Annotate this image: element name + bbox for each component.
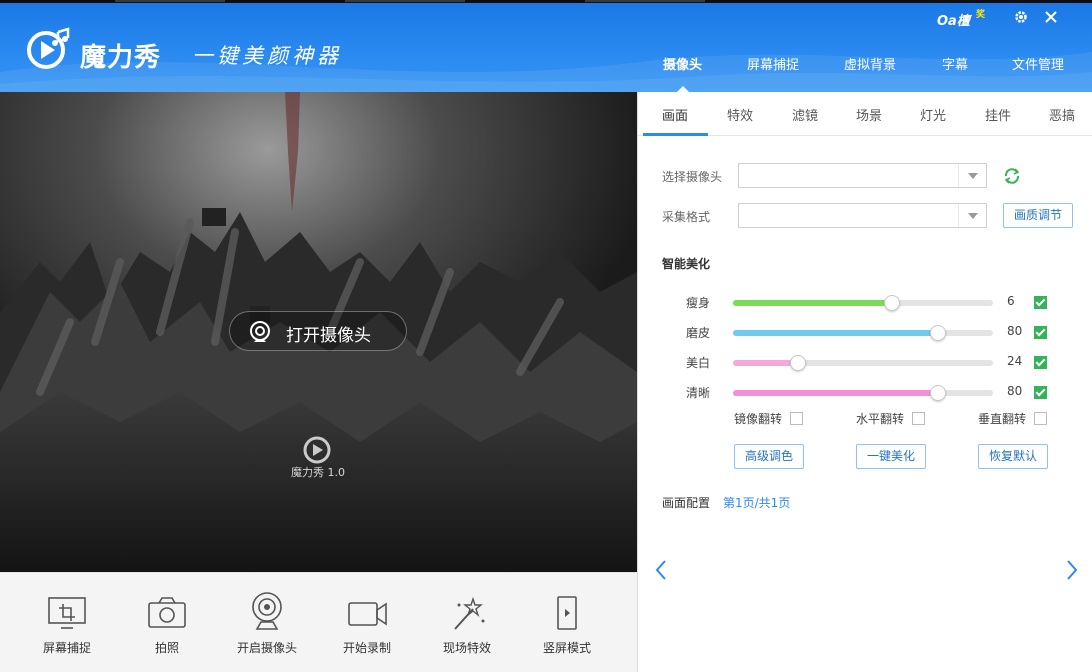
tab-file-manager[interactable]: 文件管理 bbox=[1012, 55, 1064, 92]
tab-virtual-background[interactable]: 虚拟背景 bbox=[844, 55, 896, 92]
slider-value: 24 bbox=[1007, 354, 1023, 368]
user-account-button[interactable]: Oa檀 奖 bbox=[937, 10, 985, 30]
video-preview: 打开摄像头 魔力秀 1.0 bbox=[0, 92, 637, 572]
sub-tabs: 画面 特效 滤镜 场景 灯光 挂件 恶搞 bbox=[638, 92, 1092, 136]
slider-label: 美白 bbox=[686, 356, 711, 370]
screen-capture-icon bbox=[48, 597, 86, 629]
webcam-icon bbox=[252, 592, 282, 630]
portrait-mode-icon bbox=[557, 596, 577, 630]
title-bar: 魔力秀 一键美颜神器 Oa檀 奖 摄像头 屏幕捕捉 虚拟背景 字幕 文件管理 bbox=[0, 0, 1092, 92]
slider-enable-checkbox[interactable] bbox=[1034, 296, 1047, 309]
slider-track[interactable] bbox=[733, 295, 993, 311]
one-click-beautify-button[interactable]: 一键美化 bbox=[856, 444, 926, 469]
slider-track[interactable] bbox=[733, 385, 993, 401]
horizontal-flip-checkbox[interactable] bbox=[912, 412, 925, 425]
sub-tab-scenes[interactable]: 场景 bbox=[856, 105, 882, 124]
slider-track[interactable] bbox=[733, 355, 993, 371]
vertical-flip-checkbox[interactable] bbox=[1034, 412, 1047, 425]
slider-fill bbox=[733, 330, 939, 336]
tab-subtitles[interactable]: 字幕 bbox=[942, 55, 968, 92]
chevron-right-icon[interactable] bbox=[1064, 558, 1080, 582]
bottom-toolbar: 屏幕捕捉 拍照 开启摄像头 开始录制 现场特效 竖屏模式 bbox=[0, 572, 637, 672]
restore-default-button[interactable]: 恢复默认 bbox=[978, 444, 1048, 469]
active-tab-indicator bbox=[643, 133, 708, 136]
slider-thumb[interactable] bbox=[930, 325, 947, 341]
refresh-icon[interactable] bbox=[1002, 166, 1022, 186]
quality-adjust-button[interactable]: 画质调节 bbox=[1003, 203, 1073, 228]
portrait-mode-label: 竖屏模式 bbox=[542, 641, 591, 655]
slider-label: 磨皮 bbox=[686, 326, 711, 340]
slider-value: 80 bbox=[1007, 324, 1023, 338]
slider-fill bbox=[733, 390, 939, 396]
watermark: 魔力秀 1.0 bbox=[290, 434, 346, 484]
top-strip bbox=[0, 0, 1092, 3]
page-info: 第1页/共1页 bbox=[723, 496, 791, 510]
sub-tab-pendants[interactable]: 挂件 bbox=[985, 105, 1011, 124]
open-camera-label: 打开摄像头 bbox=[286, 326, 371, 346]
slider-enable-checkbox[interactable] bbox=[1034, 356, 1047, 369]
start-camera-label: 开启摄像头 bbox=[236, 641, 297, 655]
tab-screen-capture[interactable]: 屏幕捕捉 bbox=[747, 55, 799, 92]
webcam-icon bbox=[250, 321, 270, 342]
horizontal-flip-label: 水平翻转 bbox=[856, 412, 905, 426]
reward-badge: 奖 bbox=[976, 10, 986, 20]
live-effects-label: 现场特效 bbox=[442, 641, 491, 655]
slider-value: 80 bbox=[1007, 384, 1023, 398]
slider-value: 6 bbox=[1007, 294, 1015, 308]
slider-thumb[interactable] bbox=[790, 355, 806, 371]
chevron-down-icon bbox=[958, 164, 986, 187]
start-recording-label: 开始录制 bbox=[342, 641, 391, 655]
app-logo-icon bbox=[27, 27, 70, 69]
live-effects-button[interactable]: 现场特效 bbox=[417, 573, 517, 672]
take-photo-label: 拍照 bbox=[154, 641, 179, 655]
sub-tab-lighting[interactable]: 灯光 bbox=[920, 105, 946, 124]
brand-name: 魔力秀 bbox=[80, 43, 162, 73]
sub-tab-picture[interactable]: 画面 bbox=[662, 105, 688, 124]
chevron-down-icon bbox=[958, 204, 986, 227]
start-recording-button[interactable]: 开始录制 bbox=[317, 573, 417, 672]
advanced-color-button[interactable]: 高级调色 bbox=[734, 444, 804, 469]
mirror-flip-label: 镜像翻转 bbox=[734, 412, 783, 426]
video-record-icon bbox=[348, 602, 387, 626]
slider-fill bbox=[733, 360, 798, 366]
format-select[interactable] bbox=[738, 203, 987, 228]
vertical-flip-label: 垂直翻转 bbox=[978, 412, 1027, 426]
portrait-mode-button[interactable]: 竖屏模式 bbox=[517, 573, 617, 672]
format-select-label: 采集格式 bbox=[662, 210, 711, 224]
slider-enable-checkbox[interactable] bbox=[1034, 326, 1047, 339]
watermark-text: 魔力秀 1.0 bbox=[291, 466, 345, 479]
sub-tab-effects[interactable]: 特效 bbox=[727, 105, 753, 124]
tab-camera[interactable]: 摄像头 bbox=[663, 55, 702, 92]
slider-label: 清晰 bbox=[686, 386, 711, 400]
open-camera-button[interactable]: 打开摄像头 bbox=[229, 311, 407, 351]
chevron-left-icon[interactable] bbox=[653, 558, 669, 582]
preset-section-title: 画面配置 bbox=[662, 496, 711, 510]
slider-track[interactable] bbox=[733, 325, 993, 341]
beauty-section-title: 智能美化 bbox=[662, 257, 711, 271]
slider-label: 瘦身 bbox=[686, 296, 711, 310]
close-icon[interactable] bbox=[1042, 8, 1060, 26]
slider-thumb[interactable] bbox=[930, 385, 947, 401]
screen-capture-button[interactable]: 屏幕捕捉 bbox=[17, 573, 117, 672]
camera-select[interactable] bbox=[738, 163, 987, 188]
take-photo-button[interactable]: 拍照 bbox=[117, 573, 217, 672]
main-tabs: 摄像头 屏幕捕捉 虚拟背景 字幕 文件管理 bbox=[640, 55, 1092, 92]
sub-tab-pranks[interactable]: 恶搞 bbox=[1049, 105, 1075, 124]
start-camera-button[interactable]: 开启摄像头 bbox=[217, 573, 317, 672]
slider-thumb[interactable] bbox=[883, 295, 900, 311]
camera-icon bbox=[148, 597, 186, 628]
camera-select-label: 选择摄像头 bbox=[662, 170, 723, 184]
screen-capture-label: 屏幕捕捉 bbox=[42, 641, 91, 655]
slider-fill bbox=[733, 300, 892, 306]
settings-panel: 画面 特效 滤镜 场景 灯光 挂件 恶搞 选择摄像头 采集格式 画质调节 智能美… bbox=[637, 92, 1092, 672]
slogan: 一键美颜神器 bbox=[192, 44, 342, 68]
watermark-logo-icon bbox=[303, 436, 331, 464]
user-label: Oa檀 bbox=[937, 14, 970, 29]
settings-gear-icon[interactable] bbox=[1012, 8, 1030, 26]
magic-wand-icon bbox=[454, 596, 485, 630]
slider-enable-checkbox[interactable] bbox=[1034, 386, 1047, 399]
sub-tab-filters[interactable]: 滤镜 bbox=[792, 105, 818, 124]
mirror-flip-checkbox[interactable] bbox=[790, 412, 803, 425]
